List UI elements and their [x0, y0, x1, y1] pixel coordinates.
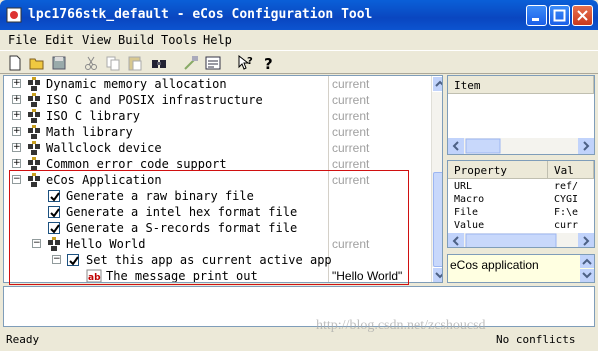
tree-row-value[interactable]: current [332, 109, 369, 123]
scroll-up-button[interactable] [432, 76, 442, 92]
scrollbar-graphic [448, 138, 594, 154]
tree-row-value[interactable]: current [332, 125, 369, 139]
minimize-button[interactable] [526, 5, 547, 26]
tree-vertical-scrollbar[interactable] [431, 76, 442, 282]
description-panel[interactable]: eCos application [447, 254, 595, 283]
property-name: Value [454, 220, 485, 231]
property-value: ref/ [554, 181, 579, 192]
package-icon [28, 125, 40, 139]
close-icon [577, 10, 588, 21]
status-text: Ready [6, 333, 40, 346]
package-icon [28, 93, 40, 107]
properties-horizontal-scrollbar[interactable] [448, 233, 594, 247]
expand-icon[interactable]: + [12, 127, 21, 136]
tree-row[interactable]: + Math library current [4, 124, 442, 140]
maximize-button[interactable] [549, 5, 570, 26]
menu-build[interactable]: Build [118, 33, 154, 47]
menu-help[interactable]: Help [203, 33, 232, 47]
property-name: URL [454, 181, 473, 192]
whats-this-icon[interactable]: ? [236, 54, 254, 72]
packages-icon[interactable] [204, 54, 222, 72]
property-value: CYGI [554, 194, 579, 205]
description-scrollbar[interactable] [580, 255, 594, 282]
tree-row[interactable]: + Wallclock device current [4, 140, 442, 156]
tree-row-label: Wallclock device [46, 141, 162, 155]
package-icon [28, 141, 40, 155]
package-icon [28, 109, 40, 123]
tree-row-label: Math library [46, 125, 133, 139]
new-file-icon[interactable] [6, 54, 24, 72]
expand-icon[interactable]: + [12, 79, 21, 88]
tree-row-label: ISO C and POSIX infrastructure [46, 93, 263, 107]
tree-row[interactable]: + ISO C library current [4, 108, 442, 124]
property-value: F:\e [554, 207, 579, 218]
cut-icon[interactable] [82, 54, 100, 72]
item-panel[interactable]: Item [447, 75, 595, 155]
build-icon[interactable] [182, 54, 200, 72]
menu-view[interactable]: View [82, 33, 111, 47]
toolbar: ? ? [0, 50, 598, 74]
chevron-up-icon [435, 80, 442, 87]
property-value: curr [554, 220, 579, 231]
watermark: http://blog.csdn.net/zcshoucsd [316, 318, 486, 333]
chevron-down-icon [435, 272, 442, 279]
copy-icon[interactable] [104, 54, 122, 72]
expand-icon[interactable]: + [12, 159, 21, 168]
tree-row-value[interactable]: current [332, 77, 369, 91]
save-icon[interactable] [50, 54, 68, 72]
scrollbar-graphic [448, 233, 594, 247]
paste-icon[interactable] [126, 54, 144, 72]
output-window[interactable] [3, 286, 595, 327]
app-icon [6, 7, 22, 23]
conflicts-status[interactable]: No conflicts [496, 333, 575, 346]
help-icon[interactable]: ? [260, 54, 278, 72]
property-name: Macro [454, 194, 485, 205]
status-bar: Ready No conflicts [0, 329, 598, 351]
svg-text:?: ? [264, 55, 273, 72]
tree-row[interactable]: + ISO C and POSIX infrastructure current [4, 92, 442, 108]
window-title: lpc1766stk_default - eCos Configuration … [28, 7, 373, 22]
value-column-header[interactable]: Val [548, 161, 594, 179]
menu-bar: File Edit View Build Tools Help [0, 30, 598, 50]
maximize-icon [553, 9, 566, 22]
scroll-down-button[interactable] [432, 267, 442, 282]
find-icon[interactable] [150, 54, 168, 72]
item-column-header[interactable]: Item [448, 76, 594, 94]
scroll-thumb[interactable] [433, 172, 442, 267]
menu-edit[interactable]: Edit [45, 33, 74, 47]
package-icon [28, 77, 40, 91]
highlight-box [9, 170, 409, 285]
title-bar[interactable]: lpc1766stk_default - eCos Configuration … [0, 0, 598, 30]
tree-row-label: Common error code support [46, 157, 227, 171]
properties-panel[interactable]: Property Val URL ref/ Macro CYGI File F:… [447, 160, 595, 248]
tree-row-value[interactable]: current [332, 93, 369, 107]
expand-icon[interactable]: + [12, 111, 21, 120]
tree-row-label: ISO C library [46, 109, 140, 123]
item-horizontal-scrollbar[interactable] [448, 138, 594, 154]
property-name: File [454, 207, 479, 218]
close-button[interactable] [572, 5, 593, 26]
property-column-header[interactable]: Property [448, 161, 548, 179]
menu-file[interactable]: File [8, 33, 37, 47]
open-folder-icon[interactable] [28, 54, 46, 72]
expand-icon[interactable]: + [12, 95, 21, 104]
description-text: eCos application [450, 258, 539, 272]
menu-tools[interactable]: Tools [161, 33, 197, 47]
tree-row-label: Dynamic memory allocation [46, 77, 227, 91]
minimize-icon [532, 18, 539, 21]
tree-row[interactable]: + Dynamic memory allocation current [4, 76, 442, 92]
tree-row-value[interactable]: current [332, 141, 369, 155]
tree-row-value[interactable]: current [332, 157, 369, 171]
expand-icon[interactable]: + [12, 143, 21, 152]
svg-text:?: ? [247, 56, 253, 67]
